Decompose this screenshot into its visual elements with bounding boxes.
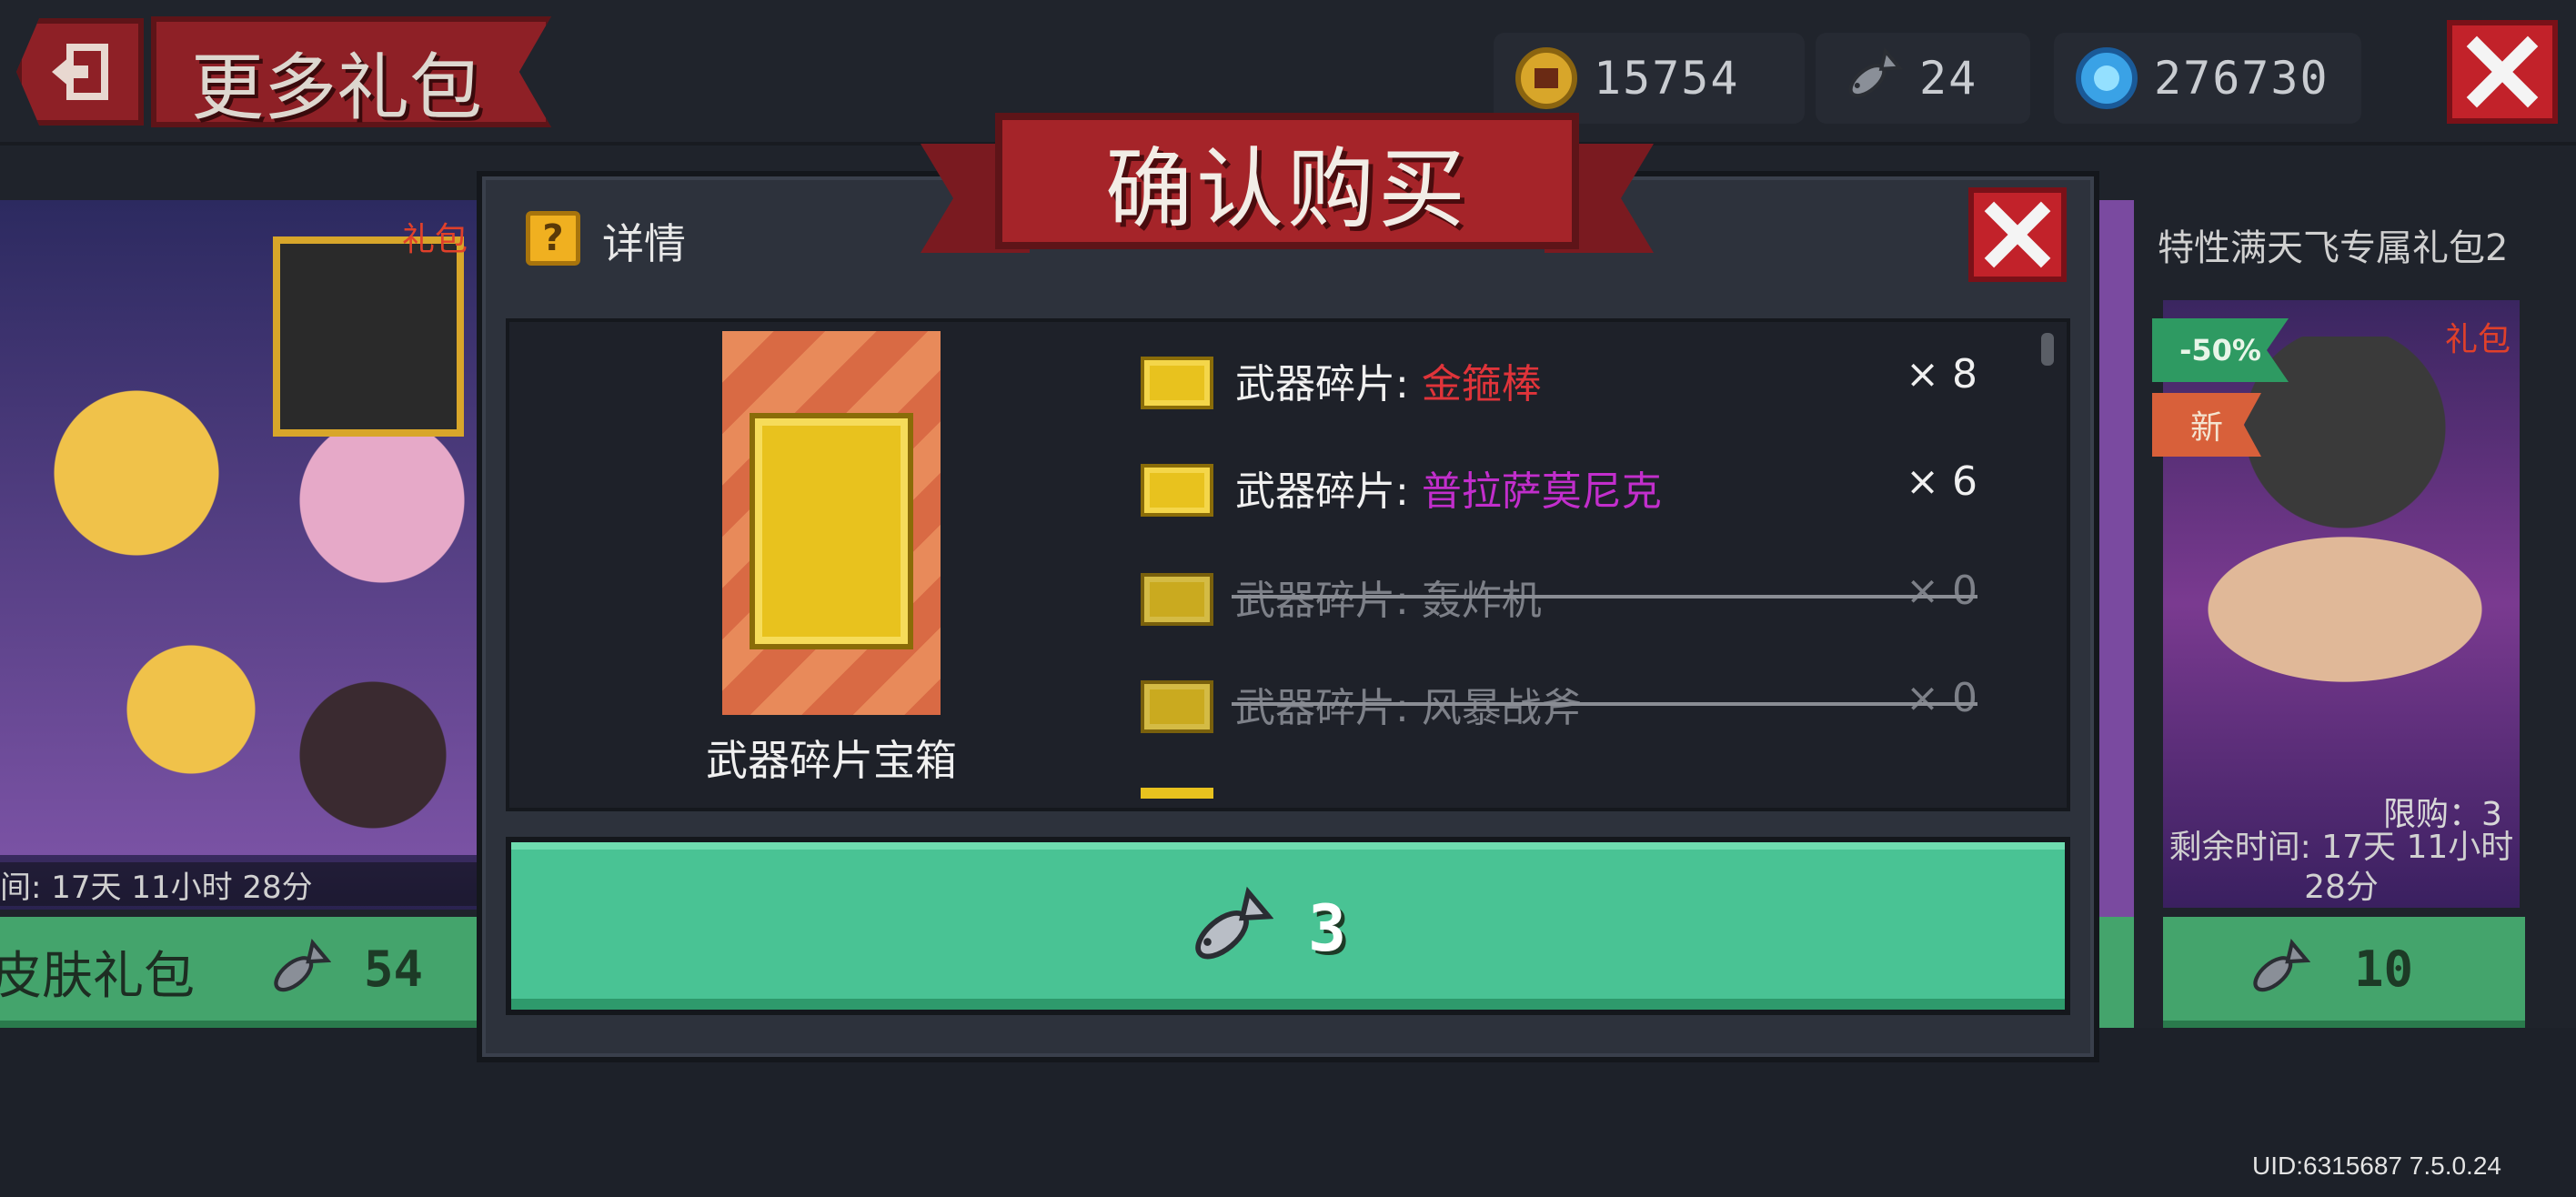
purchase-price: 3 [1308, 891, 1347, 966]
item-name: 风暴战斧 [1421, 685, 1582, 731]
right-pack-price: 10 [2354, 940, 2414, 998]
gem-counter: 276730 [2054, 33, 2361, 124]
item-quantity: × 0 [1906, 568, 1977, 614]
list-item: 武器碎片: 风暴战斧 × 0 [1141, 675, 1977, 748]
question-icon: ? [526, 211, 580, 266]
item-name: 金箍棒 [1421, 361, 1542, 407]
fish-icon [1195, 886, 1273, 960]
time-line: 28分 [2304, 869, 2379, 906]
dialog-title-ribbon: 确认购买 [921, 113, 1654, 277]
fish-counter: 24 [1816, 33, 2030, 124]
coin-counter: 15754 [1494, 33, 1805, 124]
time-line: 剩余时间: 17天 11小时 [2168, 829, 2514, 866]
fish-icon [2253, 938, 2310, 992]
fragment-icon [1141, 573, 1213, 626]
fragment-icon [1141, 464, 1213, 517]
gem-icon [2076, 47, 2138, 109]
list-item: 武器碎片: 轰炸机 × 0 [1141, 568, 1977, 640]
fragment-icon [1141, 357, 1213, 409]
right-pack-buy-button[interactable]: 10 [2163, 917, 2525, 1030]
uid-version: UID:6315687 7.5.0.24 [2252, 1152, 2501, 1180]
left-pack-time: 间: 17天 11小时 28分 [0, 862, 477, 906]
list-item: 武器碎片: 普拉萨莫尼克 × 6 [1141, 458, 1977, 531]
exit-icon [52, 44, 108, 100]
close-icon [1984, 201, 2051, 268]
item-quantity: × 0 [1906, 675, 1977, 721]
fish-icon [1848, 46, 1903, 98]
scrollbar[interactable] [2041, 333, 2054, 366]
strikethrough [1232, 702, 1977, 706]
item-quantity: × 8 [1906, 351, 1977, 397]
strikethrough [1232, 595, 1977, 598]
item-name: 轰炸机 [1421, 578, 1542, 624]
item-label: 武器碎片: [1235, 361, 1422, 407]
chest-image [273, 236, 464, 437]
weapon-box-image [722, 331, 941, 715]
close-dialog-button[interactable] [1968, 187, 2067, 282]
left-pack-card[interactable]: 礼包 [0, 200, 477, 910]
ticket-image [2199, 528, 2500, 691]
coin-icon [1515, 47, 1577, 109]
pack-tag: 礼包 [2444, 321, 2511, 358]
item-name: 普拉萨莫尼克 [1421, 468, 1662, 515]
right-pack-title: 特性满天飞专属礼包2 [2158, 227, 2509, 269]
item-label: 武器碎片: [1235, 578, 1422, 624]
list-item: 武器碎片: 金箍棒 × 8 [1141, 351, 1977, 424]
box-name: 武器碎片宝箱 [706, 736, 957, 785]
back-button[interactable] [16, 18, 144, 126]
coin-value: 15754 [1594, 52, 1740, 105]
detail-label: 详情 [602, 219, 686, 268]
left-pack-name: 皮肤礼包 [0, 947, 195, 1006]
fish-icon [274, 938, 331, 992]
item-quantity: × 6 [1906, 458, 1977, 505]
dialog-title: 确认购买 [1105, 137, 1469, 240]
item-label: 武器碎片: [1235, 468, 1422, 515]
fragment-icon [1141, 680, 1213, 733]
left-pack-buy-button[interactable]: 皮肤礼包 54 [0, 917, 477, 1030]
close-page-button[interactable] [2447, 20, 2558, 124]
gem-value: 276730 [2154, 52, 2329, 105]
close-icon [2466, 35, 2539, 108]
pack-tag: 礼包 [401, 221, 468, 258]
left-pack-price: 54 [364, 940, 424, 998]
page-title: 更多礼包 [191, 45, 482, 130]
item-label: 武器碎片: [1235, 685, 1422, 731]
fish-value: 24 [1919, 52, 1978, 105]
fragment-icon [1141, 788, 1213, 799]
confirm-buy-button[interactable]: 3 [506, 837, 2070, 1015]
page-title-banner: 更多礼包 [151, 16, 551, 127]
right-pack-time: 剩余时间: 17天 11小时 28分 [2163, 828, 2520, 908]
fragment-pile-image [750, 413, 913, 649]
